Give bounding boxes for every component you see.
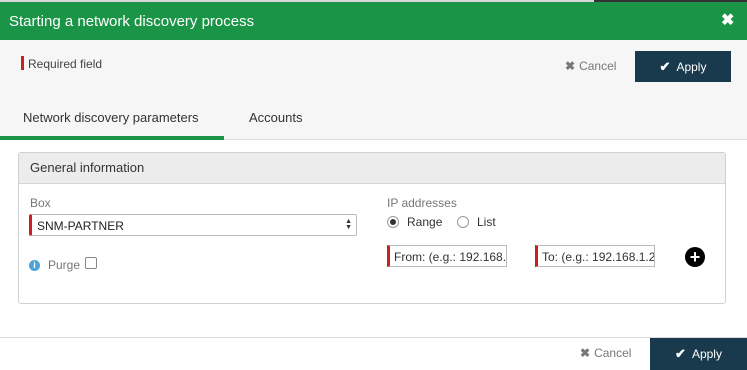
ip-to-input[interactable]: To: (e.g.: 192.168.1.2	[535, 245, 655, 267]
apply-button-footer[interactable]: ✔ Apply	[650, 338, 747, 370]
tab-accounts[interactable]: Accounts	[249, 110, 302, 125]
required-marker	[21, 56, 24, 70]
box-select[interactable]: SNM-PARTNER ▲ ▼	[29, 214, 357, 236]
cancel-label: Cancel	[579, 59, 617, 73]
cancel-label: Cancel	[594, 346, 632, 360]
check-icon: ✔	[675, 346, 686, 361]
dialog-title-bar: Starting a network discovery process ✖	[0, 2, 747, 40]
ip-from-input[interactable]: From: (e.g.: 192.168.	[387, 245, 507, 267]
check-icon: ✔	[659, 58, 671, 74]
dialog-footer	[0, 337, 747, 370]
select-arrows-icon: ▲ ▼	[345, 218, 352, 231]
range-radio-label: Range	[407, 215, 443, 229]
apply-button-top[interactable]: ✔ Apply	[635, 51, 731, 82]
apply-label: Apply	[691, 347, 722, 361]
panel-title: General information	[19, 153, 725, 184]
purge-label: Purge	[48, 258, 81, 272]
apply-label: Apply	[676, 59, 707, 74]
close-icon[interactable]: ✖	[721, 13, 735, 29]
required-field-note: Required field	[28, 57, 103, 71]
purge-checkbox[interactable]	[85, 257, 97, 269]
add-range-plus-icon[interactable]: +	[685, 247, 705, 267]
list-radio[interactable]	[457, 216, 469, 228]
cancel-x-icon: ✖	[580, 346, 591, 360]
ip-addresses-label: IP addresses	[387, 196, 457, 210]
range-radio[interactable]	[387, 216, 399, 228]
cancel-button-footer[interactable]: ✖ Cancel	[580, 346, 631, 360]
info-icon[interactable]: i	[29, 260, 40, 271]
tab-network-discovery-parameters[interactable]: Network discovery parameters	[23, 110, 199, 125]
cancel-button-top[interactable]: ✖ Cancel	[565, 59, 616, 73]
box-label: Box	[30, 196, 51, 210]
box-select-value: SNM-PARTNER	[37, 219, 124, 233]
list-radio-label: List	[477, 215, 496, 229]
active-tab-indicator	[0, 136, 224, 140]
cancel-x-icon: ✖	[565, 59, 576, 73]
dialog-title: Starting a network discovery process	[9, 13, 255, 30]
